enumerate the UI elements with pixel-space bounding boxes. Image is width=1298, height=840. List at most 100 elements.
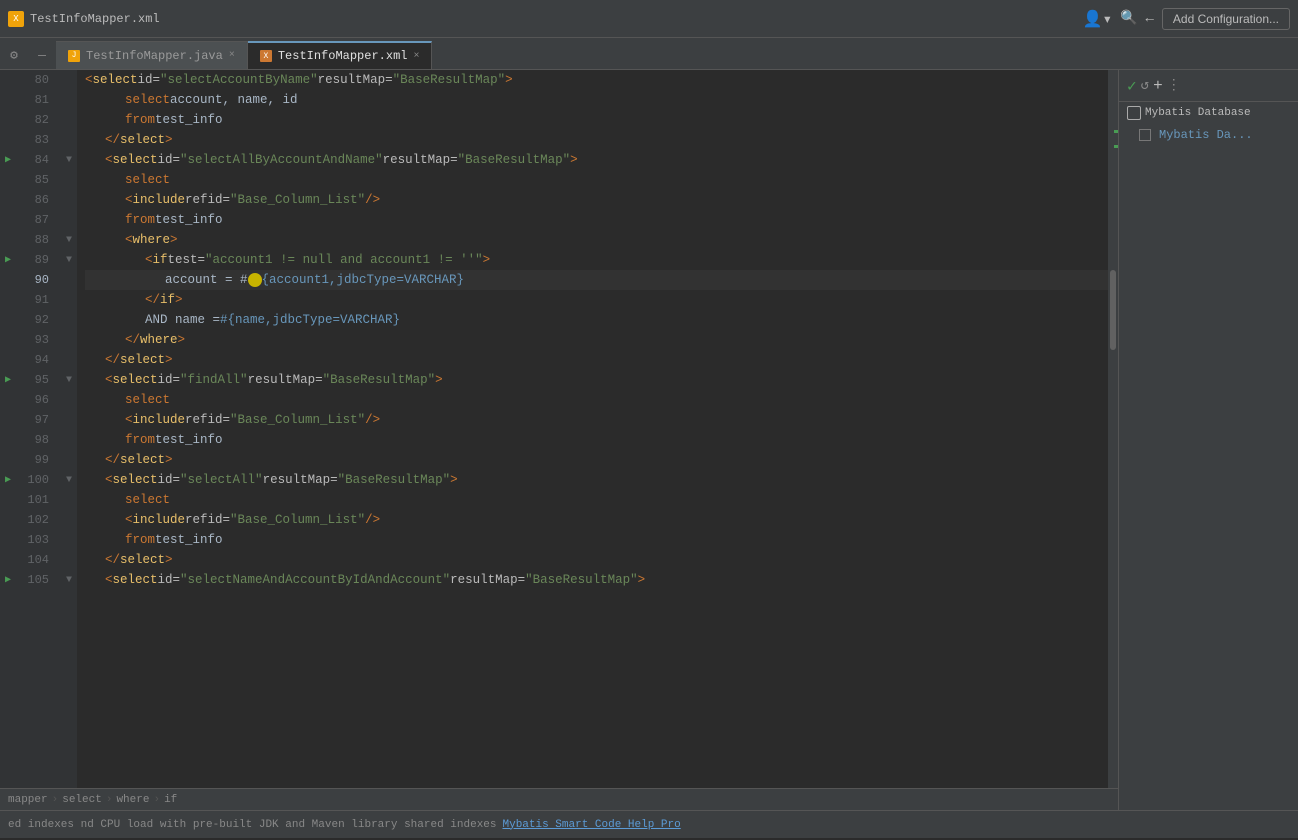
- notification-text: ed indexes nd CPU load with pre-built JD…: [8, 819, 497, 831]
- fold-92: [61, 310, 77, 330]
- gutter-86: [0, 190, 16, 210]
- fold-column: ▼ ▼ ▼ ▼ ▼ ▼: [61, 70, 77, 788]
- fold-88[interactable]: ▼: [61, 230, 77, 250]
- breadcrumb-select[interactable]: select: [62, 794, 102, 806]
- fold-104: [61, 550, 77, 570]
- linenum-96: 96: [16, 390, 55, 410]
- gutter-101: [0, 490, 16, 510]
- main-area: ▶ ▶ ▶ ▶ ▶: [0, 70, 1298, 810]
- breadcrumb-bar: mapper › select › where › if: [0, 788, 1118, 810]
- fold-89[interactable]: ▼: [61, 250, 77, 270]
- add-datasource-icon[interactable]: +: [1153, 77, 1163, 95]
- code-container[interactable]: ▶ ▶ ▶ ▶ ▶: [0, 70, 1118, 788]
- code-line-102: <include refid="Base_Column_List"/>: [85, 510, 1108, 530]
- linenum-97: 97: [16, 410, 55, 430]
- code-line-93: </where>: [85, 330, 1108, 350]
- bookmark-arrow-100: ▶: [5, 474, 11, 486]
- linenum-99: 99: [16, 450, 55, 470]
- bookmark-arrow-84: ▶: [5, 154, 11, 166]
- code-line-97: <include refid="Base_Column_List"/>: [85, 410, 1108, 430]
- gutter-102: [0, 510, 16, 530]
- linenum-83: 83: [16, 130, 55, 150]
- code-line-94: </select>: [85, 350, 1108, 370]
- mybatis-item-1[interactable]: Mybatis Da...: [1119, 124, 1298, 146]
- search-toolbar-icon[interactable]: 🔍: [1120, 10, 1137, 27]
- fold-103: [61, 530, 77, 550]
- gutter-105: ▶: [0, 570, 16, 590]
- tab-java[interactable]: J TestInfoMapper.java ×: [56, 41, 248, 69]
- fold-100[interactable]: ▼: [61, 470, 77, 490]
- gutter-103: [0, 530, 16, 550]
- add-configuration-button[interactable]: Add Configuration...: [1162, 8, 1290, 30]
- code-line-101: select: [85, 490, 1108, 510]
- code-editor[interactable]: <select id="selectAccountByName" resultM…: [77, 70, 1108, 788]
- gutter-94: [0, 350, 16, 370]
- breadcrumb-where[interactable]: where: [116, 794, 149, 806]
- close-java-tab[interactable]: ×: [229, 50, 235, 61]
- fold-96: [61, 390, 77, 410]
- settings-tab-icon[interactable]: ⚙: [0, 41, 28, 69]
- code-line-89: <if test="account1 != null and account1 …: [85, 250, 1108, 270]
- linenum-89: 89: [16, 250, 55, 270]
- gutter-89: ▶: [0, 250, 16, 270]
- gutter-104: [0, 550, 16, 570]
- linenum-81: 81: [16, 90, 55, 110]
- gutter-96: [0, 390, 16, 410]
- user-icon[interactable]: 👤▾: [1083, 9, 1113, 29]
- linenum-105: 105: [16, 570, 55, 590]
- code-line-104: </select>: [85, 550, 1108, 570]
- breadcrumb-if[interactable]: if: [164, 794, 177, 806]
- linenum-92: 92: [16, 310, 55, 330]
- close-xml-tab[interactable]: ×: [413, 51, 419, 62]
- fold-94: [61, 350, 77, 370]
- panel-more-icon[interactable]: ⋮: [1167, 77, 1181, 94]
- scroll-thumb[interactable]: [1110, 270, 1116, 350]
- database-icon: [1127, 106, 1141, 120]
- gutter-98: [0, 430, 16, 450]
- tab-bar: ⚙ — J TestInfoMapper.java × X TestInfoMa…: [0, 38, 1298, 70]
- gutter-93: [0, 330, 16, 350]
- code-line-84: <select id="selectAllByAccountAndName" r…: [85, 150, 1108, 170]
- fold-105[interactable]: ▼: [61, 570, 77, 590]
- fold-84[interactable]: ▼: [61, 150, 77, 170]
- mybatis-smart-code-link[interactable]: Mybatis Smart Code Help Pro: [503, 819, 681, 831]
- linenum-103: 103: [16, 530, 55, 550]
- gutter-84: ▶: [0, 150, 16, 170]
- vertical-scrollbar[interactable]: [1108, 70, 1118, 788]
- code-line-100: <select id="selectAll" resultMap="BaseRe…: [85, 470, 1108, 490]
- gutter-88: [0, 230, 16, 250]
- tab-java-label: TestInfoMapper.java: [86, 49, 223, 63]
- breadcrumb-sep-1: ›: [52, 794, 59, 806]
- minimize-tab-icon[interactable]: —: [28, 41, 56, 69]
- check-status-icon: ✓: [1127, 76, 1137, 96]
- navigate-back-icon[interactable]: ←: [1146, 11, 1154, 27]
- editor-area: ▶ ▶ ▶ ▶ ▶: [0, 70, 1118, 810]
- linenum-98: 98: [16, 430, 55, 450]
- fold-91: [61, 290, 77, 310]
- fold-95[interactable]: ▼: [61, 370, 77, 390]
- gutter-91: [0, 290, 16, 310]
- gutter-85: [0, 170, 16, 190]
- gutter-82: [0, 110, 16, 130]
- breadcrumb-mapper[interactable]: mapper: [8, 794, 48, 806]
- breadcrumb-sep-2: ›: [106, 794, 113, 806]
- xml-file-icon: X: [260, 50, 272, 62]
- fold-97: [61, 410, 77, 430]
- mybatis-database-item[interactable]: Mybatis Database: [1119, 102, 1298, 124]
- mybatis-item-label-1: Mybatis Da...: [1159, 128, 1253, 142]
- linenum-80: 80: [16, 70, 55, 90]
- mybatis-sub-icon: [1139, 129, 1151, 141]
- refresh-icon[interactable]: ↺: [1141, 77, 1149, 94]
- right-panel: ✓ ↺ + ⋮ Mybatis Database Mybatis Da...: [1118, 70, 1298, 810]
- code-line-86: <include refid="Base_Column_List"/>: [85, 190, 1108, 210]
- code-line-87: from test_info: [85, 210, 1108, 230]
- java-file-icon: J: [68, 50, 80, 62]
- tab-xml[interactable]: X TestInfoMapper.xml ×: [248, 41, 433, 69]
- gutter-81: [0, 90, 16, 110]
- title-bar: X TestInfoMapper.xml 👤▾ 🔍 ← Add Configur…: [0, 0, 1298, 38]
- notification-bar: ed indexes nd CPU load with pre-built JD…: [0, 810, 1298, 838]
- linenum-93: 93: [16, 330, 55, 350]
- fold-83: [61, 130, 77, 150]
- linenum-84: 84: [16, 150, 55, 170]
- bookmark-arrow-95: ▶: [5, 374, 11, 386]
